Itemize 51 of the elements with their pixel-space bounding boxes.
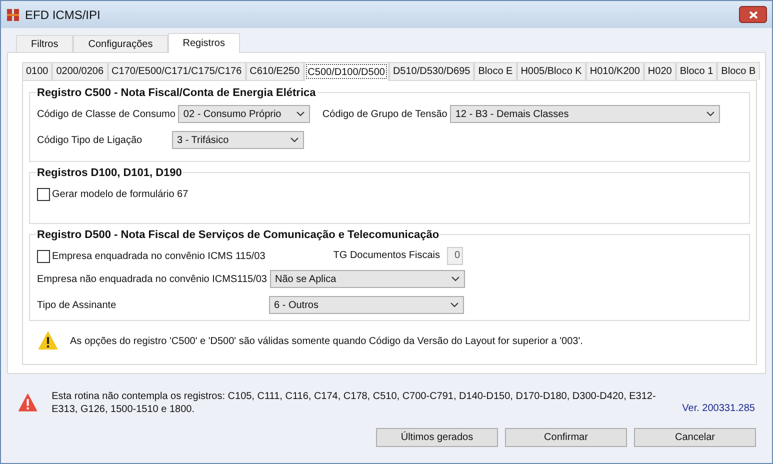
tab[interactable]: Filtros <box>16 35 74 52</box>
dropdown[interactable]: 6 - Outros <box>269 296 464 314</box>
tab[interactable]: Registros <box>168 33 240 53</box>
field-label: Código Tipo de Ligação <box>37 134 144 148</box>
tab[interactable]: Bloco E <box>474 62 517 80</box>
field-label: Tipo de Assinante <box>37 298 118 312</box>
warning-icon <box>18 392 38 412</box>
footer-note: Esta rotina não contempla os registros: C105, C111, C116, C174, C178, C510, C700-C791, D140-D150, D170-D180, D300-D420, E312-E313, G126, 1500-1510 e 1800. <box>52 390 657 416</box>
window-title: EFD ICMS/IPI <box>25 6 100 24</box>
group-title: Registro C500 - Nota Fiscal/Conta de Energia Elétrica <box>36 85 317 102</box>
app-logo-icon <box>6 8 20 22</box>
version-label: Ver. 200331.285 <box>682 402 755 416</box>
dropdown[interactable]: 3 - Trifásico <box>172 131 304 149</box>
tab[interactable]: C610/E250 <box>246 62 304 80</box>
dropdown[interactable]: 12 - B3 - Demais Classes <box>450 105 720 123</box>
dialog-button[interactable]: Cancelar <box>634 428 756 447</box>
warning-icon <box>38 331 58 351</box>
dialog-button[interactable]: Confirmar <box>505 428 627 447</box>
field-label: Código de Classe de Consumo <box>37 108 176 122</box>
group-title: Registro D500 - Nota Fiscal de Serviços de Comunicação e Telecomunicação <box>36 227 440 244</box>
chevron-down-icon <box>296 111 306 117</box>
chevron-down-icon <box>450 302 459 308</box>
tab[interactable]: Configurações <box>73 35 168 52</box>
checkbox[interactable] <box>37 250 50 262</box>
chevron-down-icon <box>450 276 460 282</box>
tab[interactable]: C170/E500/C171/C175/C176 <box>108 62 246 80</box>
field-label: Código de Grupo de Tensão <box>322 108 448 122</box>
tab[interactable]: C500/D100/D500 <box>304 62 389 81</box>
dropdown[interactable]: 02 - Consumo Próprio <box>178 105 310 123</box>
field-label: Empresa não enquadrada no convênio ICMS115/03 <box>37 272 268 286</box>
dropdown[interactable]: Não se Aplica <box>270 270 465 288</box>
group-title: Registros D100, D101, D190 <box>36 165 183 182</box>
tab[interactable]: H020 <box>644 62 676 80</box>
checkbox-label: Empresa enquadrada no convênio ICMS 115/03 <box>52 250 266 264</box>
tab[interactable]: H010/K200 <box>586 62 644 80</box>
tab[interactable]: D510/D530/D695 <box>388 62 474 80</box>
input-field[interactable]: 0 <box>447 247 463 265</box>
tab[interactable]: H005/Bloco K <box>516 62 586 80</box>
dialog-button[interactable]: Últimos gerados <box>376 428 498 447</box>
field-label: TG Documentos Fiscais <box>332 249 440 263</box>
tab[interactable]: 0200/0206 <box>52 62 108 80</box>
chevron-down-icon <box>706 111 716 117</box>
chevron-down-icon <box>290 137 299 143</box>
tab[interactable]: 0100 <box>22 62 52 80</box>
checkbox-label: Gerar modelo de formulário 67 <box>52 188 188 202</box>
close-icon <box>748 10 758 18</box>
layout-note: As opções do registro 'C500' e 'D500' são válidas somente quando Código da Versão do Layout for superior a '003'. <box>70 334 583 348</box>
checkbox[interactable] <box>37 188 50 201</box>
close-button[interactable] <box>739 6 767 23</box>
tab[interactable]: Bloco B <box>717 62 760 80</box>
tab[interactable]: Bloco 1 <box>676 62 718 80</box>
